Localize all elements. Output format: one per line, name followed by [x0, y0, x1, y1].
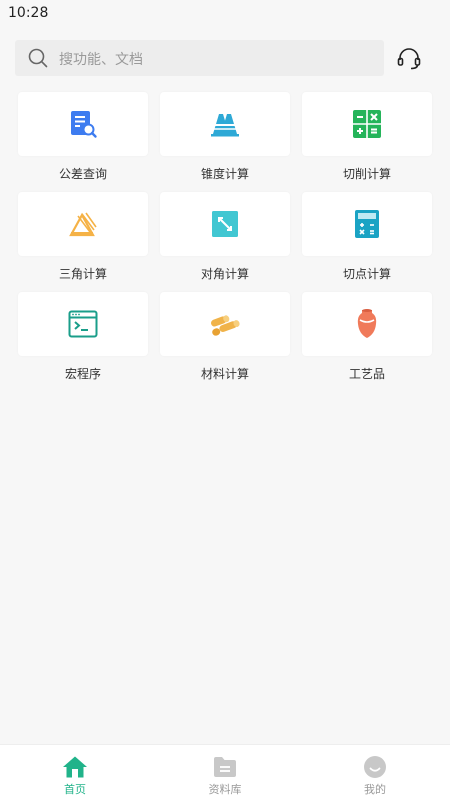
tool-label: 切削计算	[342, 167, 391, 181]
tool-triangle-calc[interactable]: 三角计算	[18, 192, 148, 282]
tool-card[interactable]	[160, 92, 290, 156]
search-row: 搜功能、文档	[0, 40, 450, 76]
tool-label: 公差查询	[58, 167, 107, 181]
tool-diagonal-calc[interactable]: 对角计算	[160, 192, 290, 282]
tool-label: 三角计算	[58, 267, 107, 281]
tool-card[interactable]	[160, 192, 290, 256]
tool-taper-calc[interactable]: 锥度计算	[160, 92, 290, 182]
calculator-icon	[355, 210, 379, 238]
math-operations-icon	[353, 110, 381, 138]
tool-card[interactable]	[302, 92, 432, 156]
status-time: 10:28	[8, 5, 49, 21]
bottom-nav: 首页 资料库 我的	[0, 744, 450, 801]
tool-tangent-calc[interactable]: 切点计算	[302, 192, 432, 282]
status-bar: 10:28	[0, 0, 450, 26]
diagonal-icon	[212, 211, 238, 237]
tool-card[interactable]	[302, 292, 432, 356]
tool-card[interactable]	[18, 192, 148, 256]
taper-icon	[211, 114, 239, 137]
folder-icon	[214, 757, 236, 777]
nav-home[interactable]: 首页	[0, 745, 150, 801]
tool-tolerance-query[interactable]: 公差查询	[18, 92, 148, 182]
material-bars-icon	[211, 315, 240, 336]
search-icon	[28, 48, 48, 68]
tool-label: 材料计算	[200, 367, 249, 381]
tool-label: 锥度计算	[200, 167, 249, 181]
nav-library[interactable]: 资料库	[150, 745, 300, 801]
vase-icon	[357, 309, 377, 338]
terminal-icon	[68, 310, 98, 338]
nav-label: 我的	[364, 783, 386, 796]
document-search-icon	[71, 111, 97, 138]
tool-card[interactable]	[302, 192, 432, 256]
triangle-icon	[69, 212, 97, 237]
tool-card[interactable]	[18, 92, 148, 156]
profile-icon	[364, 756, 386, 778]
tool-cutting-calc[interactable]: 切削计算	[302, 92, 432, 182]
tool-label: 工艺品	[348, 367, 385, 381]
tool-macro-program[interactable]: 宏程序	[18, 292, 148, 382]
nav-profile[interactable]: 我的	[300, 745, 450, 801]
tool-label: 宏程序	[64, 367, 101, 381]
nav-label: 资料库	[208, 783, 242, 796]
nav-label: 首页	[64, 783, 86, 796]
search-placeholder: 搜功能、文档	[59, 52, 143, 68]
tool-card[interactable]	[160, 292, 290, 356]
headset-icon[interactable]	[396, 46, 422, 72]
tool-label: 对角计算	[200, 267, 249, 281]
tool-card[interactable]	[18, 292, 148, 356]
tool-label: 切点计算	[342, 267, 391, 281]
tool-material-calc[interactable]: 材料计算	[160, 292, 290, 382]
search-input[interactable]: 搜功能、文档	[15, 40, 384, 76]
tool-crafts[interactable]: 工艺品	[302, 292, 432, 382]
home-icon	[63, 756, 87, 778]
